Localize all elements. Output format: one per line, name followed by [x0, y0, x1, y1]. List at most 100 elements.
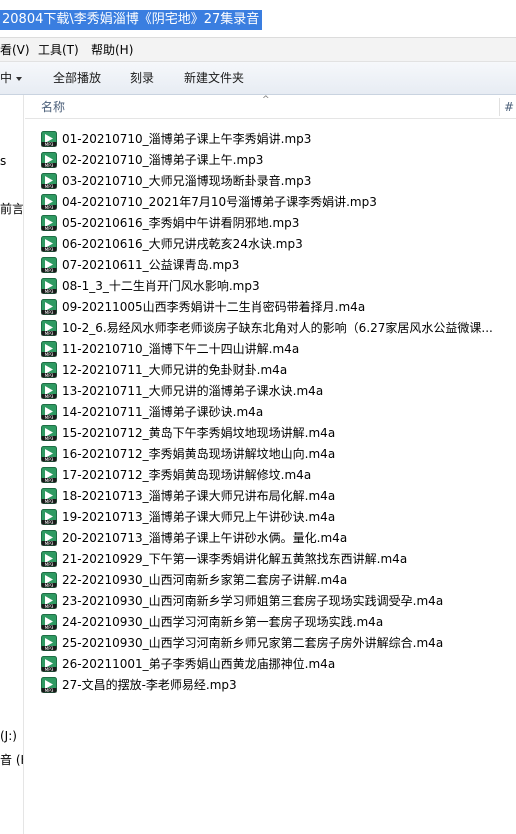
svg-text:MP3: MP3 — [45, 415, 54, 420]
play-all-button[interactable]: 全部播放 — [53, 62, 101, 95]
nav-item-drive-j[interactable]: (J:) — [0, 729, 17, 743]
sort-up-icon: ^ — [262, 95, 270, 105]
organize-button[interactable]: 中 — [0, 62, 23, 95]
new-folder-button[interactable]: 新建文件夹 — [184, 62, 244, 95]
file-row[interactable]: MP3 07-20210611_公益课青岛.mp3 — [25, 255, 516, 276]
file-name: 10-2_6.易经风水师李老师谈房子缺东北角对人的影响（6.27家居风水公益微课… — [62, 321, 493, 335]
svg-text:MP3: MP3 — [45, 310, 54, 315]
file-name: 18-20210713_淄博弟子课大师兄讲布局化解.m4a — [62, 489, 336, 503]
menu-help[interactable]: 帮助(H) — [91, 38, 133, 62]
file-row[interactable]: MP3 04-20210710_2021年7月10号淄博弟子课李秀娟讲.mp3 — [25, 192, 516, 213]
file-row[interactable]: MP3 18-20210713_淄博弟子课大师兄讲布局化解.m4a — [25, 486, 516, 507]
svg-text:MP3: MP3 — [45, 205, 54, 210]
file-row[interactable]: MP3 27-文昌的摆放-李老师易经.mp3 — [25, 675, 516, 696]
svg-text:MP3: MP3 — [45, 226, 54, 231]
file-row[interactable]: MP3 22-20210930_山西河南新乡家第二套房子讲解.m4a — [25, 570, 516, 591]
file-name: 20-20210713_淄博弟子课上午讲砂水俩。量化.m4a — [62, 531, 348, 545]
file-name: 02-20210710_淄博弟子课上午.mp3 — [62, 153, 264, 167]
audio-file-icon: MP3 — [41, 299, 57, 315]
column-header: ^ 名称 # — [25, 95, 516, 119]
audio-file-icon: MP3 — [41, 446, 57, 462]
svg-text:MP3: MP3 — [45, 667, 54, 672]
file-row[interactable]: MP3 19-20210713_淄博弟子课大师兄上午讲砂诀.m4a — [25, 507, 516, 528]
audio-file-icon: MP3 — [41, 257, 57, 273]
nav-item-drive-k[interactable]: 音 (K — [0, 751, 23, 768]
file-row[interactable]: MP3 24-20210930_山西学习河南新乡第一套房子现场实践.m4a — [25, 612, 516, 633]
file-name: 26-20211001_弟子李秀娟山西黄龙庙挪神位.m4a — [62, 657, 336, 671]
file-list: MP3 01-20210710_淄博弟子课上午李秀娟讲.mp3 MP3 02-2021… — [25, 129, 516, 696]
svg-text:MP3: MP3 — [45, 289, 54, 294]
file-row[interactable]: MP3 26-20211001_弟子李秀娟山西黄龙庙挪神位.m4a — [25, 654, 516, 675]
file-row[interactable]: MP3 14-20210711_淄博弟子课砂诀.m4a — [25, 402, 516, 423]
burn-button[interactable]: 刻录 — [130, 62, 154, 95]
audio-file-icon: MP3 — [41, 341, 57, 357]
svg-text:MP3: MP3 — [45, 604, 54, 609]
svg-text:MP3: MP3 — [45, 562, 54, 567]
file-name: 14-20210711_淄博弟子课砂诀.m4a — [62, 405, 264, 419]
svg-text:MP3: MP3 — [45, 352, 54, 357]
menu-view[interactable]: 看(V) — [0, 38, 30, 62]
file-row[interactable]: MP3 23-20210930_山西河南新乡学习师姐第三套房子现场实践调受孕.m4… — [25, 591, 516, 612]
audio-file-icon: MP3 — [41, 194, 57, 210]
svg-text:MP3: MP3 — [45, 520, 54, 525]
file-row[interactable]: MP3 03-20210710_大师兄淄博现场断卦录音.mp3 — [25, 171, 516, 192]
audio-file-icon: MP3 — [41, 572, 57, 588]
file-row[interactable]: MP3 02-20210710_淄博弟子课上午.mp3 — [25, 150, 516, 171]
file-name: 08-1_3_十二生肖开门风水影响.mp3 — [62, 279, 260, 293]
file-row[interactable]: MP3 09-20211005山西李秀娟讲十二生肖密码带着择月.m4a — [25, 297, 516, 318]
file-list-area: ^ 名称 # MP3 01-20210710_淄博弟子课上午李秀娟讲.mp3 MP3… — [25, 95, 516, 834]
organize-label: 中 — [0, 71, 13, 85]
audio-file-icon: MP3 — [41, 404, 57, 420]
column-name[interactable]: 名称 — [41, 95, 65, 119]
nav-item-s[interactable]: s — [0, 154, 6, 168]
audio-file-icon: MP3 — [41, 425, 57, 441]
svg-text:MP3: MP3 — [45, 163, 54, 168]
file-row[interactable]: MP3 12-20210711_大师兄讲的免卦财卦.m4a — [25, 360, 516, 381]
file-name: 21-20210929_下午第一课李秀娟讲化解五黄煞找东西讲解.m4a — [62, 552, 408, 566]
svg-text:MP3: MP3 — [45, 184, 54, 189]
svg-text:MP3: MP3 — [45, 247, 54, 252]
svg-text:MP3: MP3 — [45, 268, 54, 273]
file-name: 15-20210712_黄岛下午李秀娟坟地现场讲解.m4a — [62, 426, 336, 440]
file-name: 16-20210712_李秀娟黄岛现场讲解坟地山向.m4a — [62, 447, 336, 461]
audio-file-icon: MP3 — [41, 131, 57, 147]
svg-text:MP3: MP3 — [45, 373, 54, 378]
address-bar[interactable]: 20804下载\李秀娟淄博《阴宅地》27集录音 — [0, 0, 516, 38]
file-name: 13-20210711_大师兄讲的淄博弟子课水诀.m4a — [62, 384, 324, 398]
audio-file-icon: MP3 — [41, 320, 57, 336]
audio-file-icon: MP3 — [41, 236, 57, 252]
audio-file-icon: MP3 — [41, 152, 57, 168]
nav-item-qianyan[interactable]: 前言 — [0, 200, 23, 217]
audio-file-icon: MP3 — [41, 656, 57, 672]
address-path[interactable]: 20804下载\李秀娟淄博《阴宅地》27集录音 — [0, 10, 263, 30]
file-name: 24-20210930_山西学习河南新乡第一套房子现场实践.m4a — [62, 615, 384, 629]
file-row[interactable]: MP3 01-20210710_淄博弟子课上午李秀娟讲.mp3 — [25, 129, 516, 150]
file-row[interactable]: MP3 16-20210712_李秀娟黄岛现场讲解坟地山向.m4a — [25, 444, 516, 465]
file-row[interactable]: MP3 05-20210616_李秀娟中午讲看阴邪地.mp3 — [25, 213, 516, 234]
audio-file-icon: MP3 — [41, 509, 57, 525]
file-name: 23-20210930_山西河南新乡学习师姐第三套房子现场实践调受孕.m4a — [62, 594, 444, 608]
file-row[interactable]: MP3 13-20210711_大师兄讲的淄博弟子课水诀.m4a — [25, 381, 516, 402]
file-row[interactable]: MP3 06-20210616_大师兄讲戌乾亥24水诀.mp3 — [25, 234, 516, 255]
file-name: 25-20210930_山西学习河南新乡师兄家第二套房子房外讲解综合.m4a — [62, 636, 444, 650]
svg-text:MP3: MP3 — [45, 331, 54, 336]
file-row[interactable]: MP3 25-20210930_山西学习河南新乡师兄家第二套房子房外讲解综合.m4… — [25, 633, 516, 654]
file-row[interactable]: MP3 20-20210713_淄博弟子课上午讲砂水俩。量化.m4a — [25, 528, 516, 549]
file-name: 07-20210611_公益课青岛.mp3 — [62, 258, 240, 272]
svg-text:MP3: MP3 — [45, 583, 54, 588]
file-row[interactable]: MP3 15-20210712_黄岛下午李秀娟坟地现场讲解.m4a — [25, 423, 516, 444]
audio-file-icon: MP3 — [41, 593, 57, 609]
audio-file-icon: MP3 — [41, 215, 57, 231]
file-row[interactable]: MP3 21-20210929_下午第一课李秀娟讲化解五黄煞找东西讲解.m4a — [25, 549, 516, 570]
svg-text:MP3: MP3 — [45, 646, 54, 651]
file-row[interactable]: MP3 17-20210712_李秀娟黄岛现场讲解修坟.m4a — [25, 465, 516, 486]
file-row[interactable]: MP3 11-20210710_淄博下午二十四山讲解.m4a — [25, 339, 516, 360]
svg-text:MP3: MP3 — [45, 541, 54, 546]
audio-file-icon: MP3 — [41, 383, 57, 399]
file-row[interactable]: MP3 08-1_3_十二生肖开门风水影响.mp3 — [25, 276, 516, 297]
file-name: 03-20210710_大师兄淄博现场断卦录音.mp3 — [62, 174, 312, 188]
file-row[interactable]: MP3 10-2_6.易经风水师李老师谈房子缺东北角对人的影响（6.27家居风水公… — [25, 318, 516, 339]
column-number[interactable]: # — [504, 95, 514, 119]
menu-tools[interactable]: 工具(T) — [38, 38, 79, 62]
column-divider[interactable] — [499, 98, 500, 116]
